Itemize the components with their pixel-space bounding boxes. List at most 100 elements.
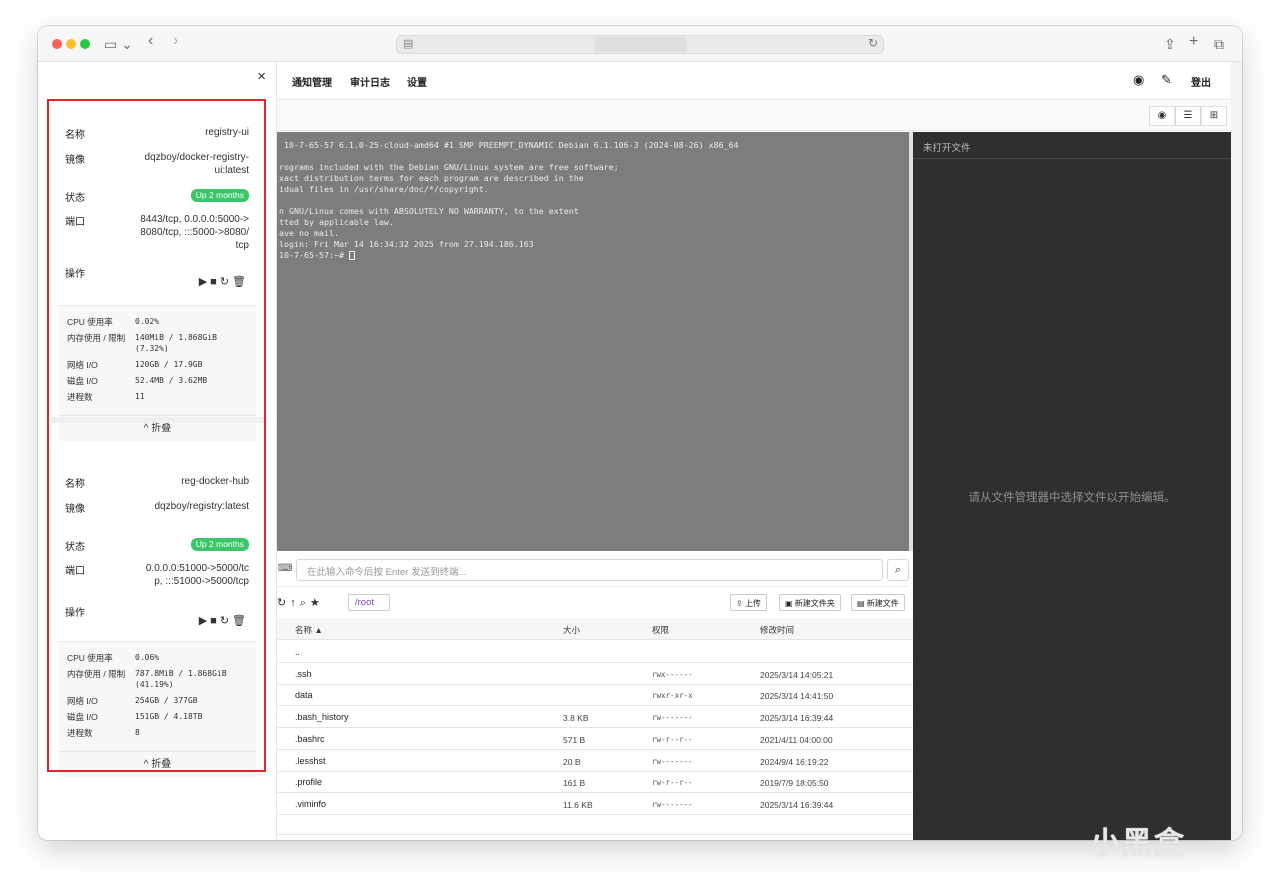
delete-icon[interactable]: 🗑 [232, 615, 249, 627]
github-icon[interactable]: ◉ [1133, 72, 1144, 88]
collapse-button[interactable]: ^ 折叠 [59, 751, 256, 777]
file-table-footer [277, 834, 913, 840]
star-icon[interactable]: ★ [310, 597, 324, 609]
ops-key: 操作 [65, 269, 85, 280]
search-icon[interactable]: ⌕ [887, 559, 909, 581]
file-plus-icon: ▤ [857, 599, 867, 608]
keyboard-icon: ⌨ [278, 563, 293, 574]
file-modified: 2019/7/9 18:05:50 [760, 778, 829, 789]
file-permission: rw-r--r-- [652, 778, 693, 788]
up-directory-icon[interactable]: ↑ [290, 597, 300, 609]
command-bar: ⌨ 在此输入命令后按 Enter 发送到终端... ⌕ [277, 553, 909, 587]
file-row[interactable]: .ssh rwx------ 2025/3/14 14:05:21 [277, 663, 913, 685]
stat-value: 8 [135, 728, 140, 737]
stat-key: 内存使用 / 限制 [67, 333, 126, 343]
ports-value: 8443/tcp, 0.0.0.0:5000->8080/tcp, :::500… [140, 214, 249, 251]
tabs-overview-icon[interactable]: ⧉ [1214, 34, 1224, 54]
terminal-line: 10-7-65-57 6.1.0-25-cloud-amd64 #1 SMP P… [279, 140, 739, 150]
name-value: reg-docker-hub [181, 476, 249, 487]
status-badge: Up 2 months [190, 538, 249, 551]
file-row[interactable]: .lesshst 20 B rw------- 2024/9/4 16:19:22 [277, 750, 913, 772]
view-toolbar: ◉ ☰ ⊞ [277, 101, 1242, 131]
stop-icon[interactable]: ■ [210, 276, 220, 288]
stat-value: 151GB / 4.18TB [135, 712, 203, 721]
search-icon[interactable]: ⌕ [300, 597, 310, 609]
stat-key: 网络 I/O [67, 696, 98, 706]
upload-button[interactable]: ⇪ 上传 [730, 594, 767, 611]
nav-audit-log[interactable]: 审计日志 [350, 74, 390, 89]
file-size: 571 B [563, 734, 586, 745]
nav-notification-management[interactable]: 通知管理 [292, 74, 332, 89]
file-row[interactable]: data rwxr-xr-x 2025/3/14 14:41:50 [277, 684, 913, 707]
back-icon[interactable]: ‹ [148, 31, 153, 51]
share-icon[interactable]: ⇪ [1164, 34, 1176, 54]
browser-window: ▭ ⌄ ‹ › ▤ ↻ ⇪ + ⧉ 通知管理 审计日志 设置 ◉ ✎ 登出 ◉ … [38, 26, 1242, 840]
close-icon[interactable]: × [257, 68, 266, 85]
eye-icon[interactable]: ◉ [1149, 106, 1175, 126]
file-row[interactable]: .. [277, 641, 913, 663]
sidebar-icon[interactable]: ▭ ⌄ [104, 34, 133, 54]
file-row[interactable]: .bash_history 3.8 KB rw------- 2025/3/14 16… [277, 706, 913, 729]
start-icon[interactable]: ▶ [199, 615, 210, 627]
file-modified: 2025/3/14 16:39:44 [760, 713, 834, 724]
new-file-label: 新建文件 [866, 599, 899, 608]
page-scrollbar[interactable] [1231, 62, 1242, 840]
column-modified[interactable]: 修改时间 [760, 624, 794, 636]
file-permission: rw------- [652, 713, 693, 723]
current-path[interactable]: /root [348, 594, 390, 611]
ops-buttons: ▶■↻🗑 [199, 614, 249, 627]
file-modified: 2025/3/14 14:41:50 [760, 691, 834, 702]
reload-icon[interactable]: ↻ [868, 36, 878, 50]
terminal-line: xact distribution terms for each program… [279, 173, 584, 183]
stat-key: 网络 I/O [67, 360, 98, 370]
column-permission[interactable]: 权限 [652, 624, 669, 636]
brush-icon[interactable]: ✎ [1161, 72, 1172, 88]
delete-icon[interactable]: 🗑 [232, 276, 249, 288]
image-key: 镜像 [65, 504, 85, 515]
restart-icon[interactable]: ↻ [220, 615, 232, 627]
url-text-blurred [595, 37, 687, 52]
terminal-prompt: 10-7-65-57:~# [279, 250, 349, 260]
minimize-window-button[interactable] [66, 39, 76, 49]
file-name: .viminfo [295, 798, 327, 809]
terminal-output[interactable]: 10-7-65-57 6.1.0-25-cloud-amd64 #1 SMP P… [277, 132, 909, 551]
stop-icon[interactable]: ■ [210, 615, 220, 627]
column-name[interactable]: 名称 ▲ [295, 624, 323, 636]
list-icon[interactable]: ☰ [1175, 106, 1201, 126]
container-detail-panel: × 名称 registry-ui 镜像 dqzboy/docker-registry-… [38, 62, 277, 840]
stat-value: 11 [135, 392, 145, 401]
image-value: dqzboy/registry:latest [154, 501, 250, 512]
nav-settings[interactable]: 设置 [407, 74, 427, 89]
container-card: 名称 reg-docker-hub 镜像 dqzboy/registry:latest… [51, 461, 264, 791]
address-bar[interactable]: ▤ ↻ [396, 35, 884, 54]
file-modified: 2025/3/14 16:39:44 [760, 799, 834, 810]
terminal-line: login: Fri Mar 14 16:34:32 2025 from 27.… [279, 239, 534, 249]
image-key: 镜像 [65, 155, 85, 166]
new-folder-button[interactable]: ▣ 新建文件夹 [779, 594, 841, 611]
column-size[interactable]: 大小 [563, 624, 580, 636]
stat-value: 0.02% [135, 317, 160, 326]
forward-icon[interactable]: › [173, 31, 178, 51]
container-card: 名称 registry-ui 镜像 dqzboy/docker-registry-ui… [51, 112, 264, 442]
file-name: .ssh [295, 668, 312, 679]
new-file-button[interactable]: ▤ 新建文件 [851, 594, 905, 611]
stat-key: 内存使用 / 限制 [67, 669, 126, 679]
command-input[interactable]: 在此输入命令后按 Enter 发送到终端... [296, 559, 883, 581]
grid-icon[interactable]: ⊞ [1201, 106, 1227, 126]
top-navigation: 通知管理 审计日志 设置 ◉ ✎ 登出 [277, 62, 1242, 100]
watermark-logo: 小黑盒 [1090, 827, 1186, 860]
close-window-button[interactable] [52, 39, 62, 49]
file-row[interactable]: .viminfo 11.6 KB rw------- 2025/3/14 16:39:… [277, 793, 913, 815]
maximize-window-button[interactable] [80, 39, 90, 49]
status-badge: Up 2 months [190, 189, 249, 202]
file-row[interactable]: .bashrc 571 B rw-r--r-- 2021/4/11 04:00:00 [277, 728, 913, 750]
logout-button[interactable]: 登出 [1191, 74, 1211, 89]
file-size: 11.6 KB [563, 799, 593, 810]
new-tab-icon[interactable]: + [1189, 32, 1198, 52]
start-icon[interactable]: ▶ [199, 276, 210, 288]
file-permission: rwx------ [652, 669, 693, 679]
restart-icon[interactable]: ↻ [220, 276, 232, 288]
refresh-icon[interactable]: ↻ [277, 597, 290, 609]
file-row[interactable]: .profile 161 B rw-r--r-- 2019/7/9 18:05:50 [277, 771, 913, 794]
stat-key: CPU 使用率 [67, 653, 113, 663]
